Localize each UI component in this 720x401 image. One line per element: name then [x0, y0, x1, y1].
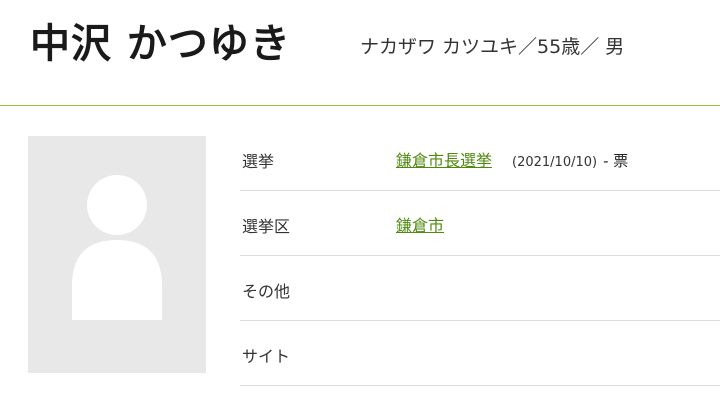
site-row: サイト	[240, 321, 720, 386]
candidate-details: ナカザワ カツユキ／55歳／ 男	[360, 36, 625, 58]
district-label: 選挙区	[242, 217, 291, 236]
election-date: (2021/10/10)	[512, 155, 598, 170]
other-label: その他	[242, 282, 291, 301]
district-value: 鎌倉市	[396, 212, 444, 236]
candidate-name: 中沢 かつゆき	[30, 21, 291, 67]
election-link[interactable]: 鎌倉市長選挙	[396, 151, 492, 170]
election-value: 鎌倉市長選挙 (2021/10/10) - 票	[396, 147, 628, 171]
profile-header: 中沢 かつゆき ナカザワ カツユキ／55歳／ 男	[0, 0, 720, 106]
other-row: その他	[240, 256, 720, 321]
profile-info-table: 選挙 鎌倉市長選挙 (2021/10/10) - 票 選挙区 鎌倉市 その他 サイト	[240, 126, 720, 386]
election-votes: - 票	[603, 152, 629, 170]
person-icon	[72, 175, 162, 320]
avatar-placeholder	[28, 136, 206, 373]
district-link[interactable]: 鎌倉市	[396, 216, 444, 235]
election-label: 選挙	[242, 152, 275, 171]
district-row: 選挙区 鎌倉市	[240, 191, 720, 256]
site-label: サイト	[242, 347, 291, 366]
election-row: 選挙 鎌倉市長選挙 (2021/10/10) - 票	[240, 126, 720, 191]
